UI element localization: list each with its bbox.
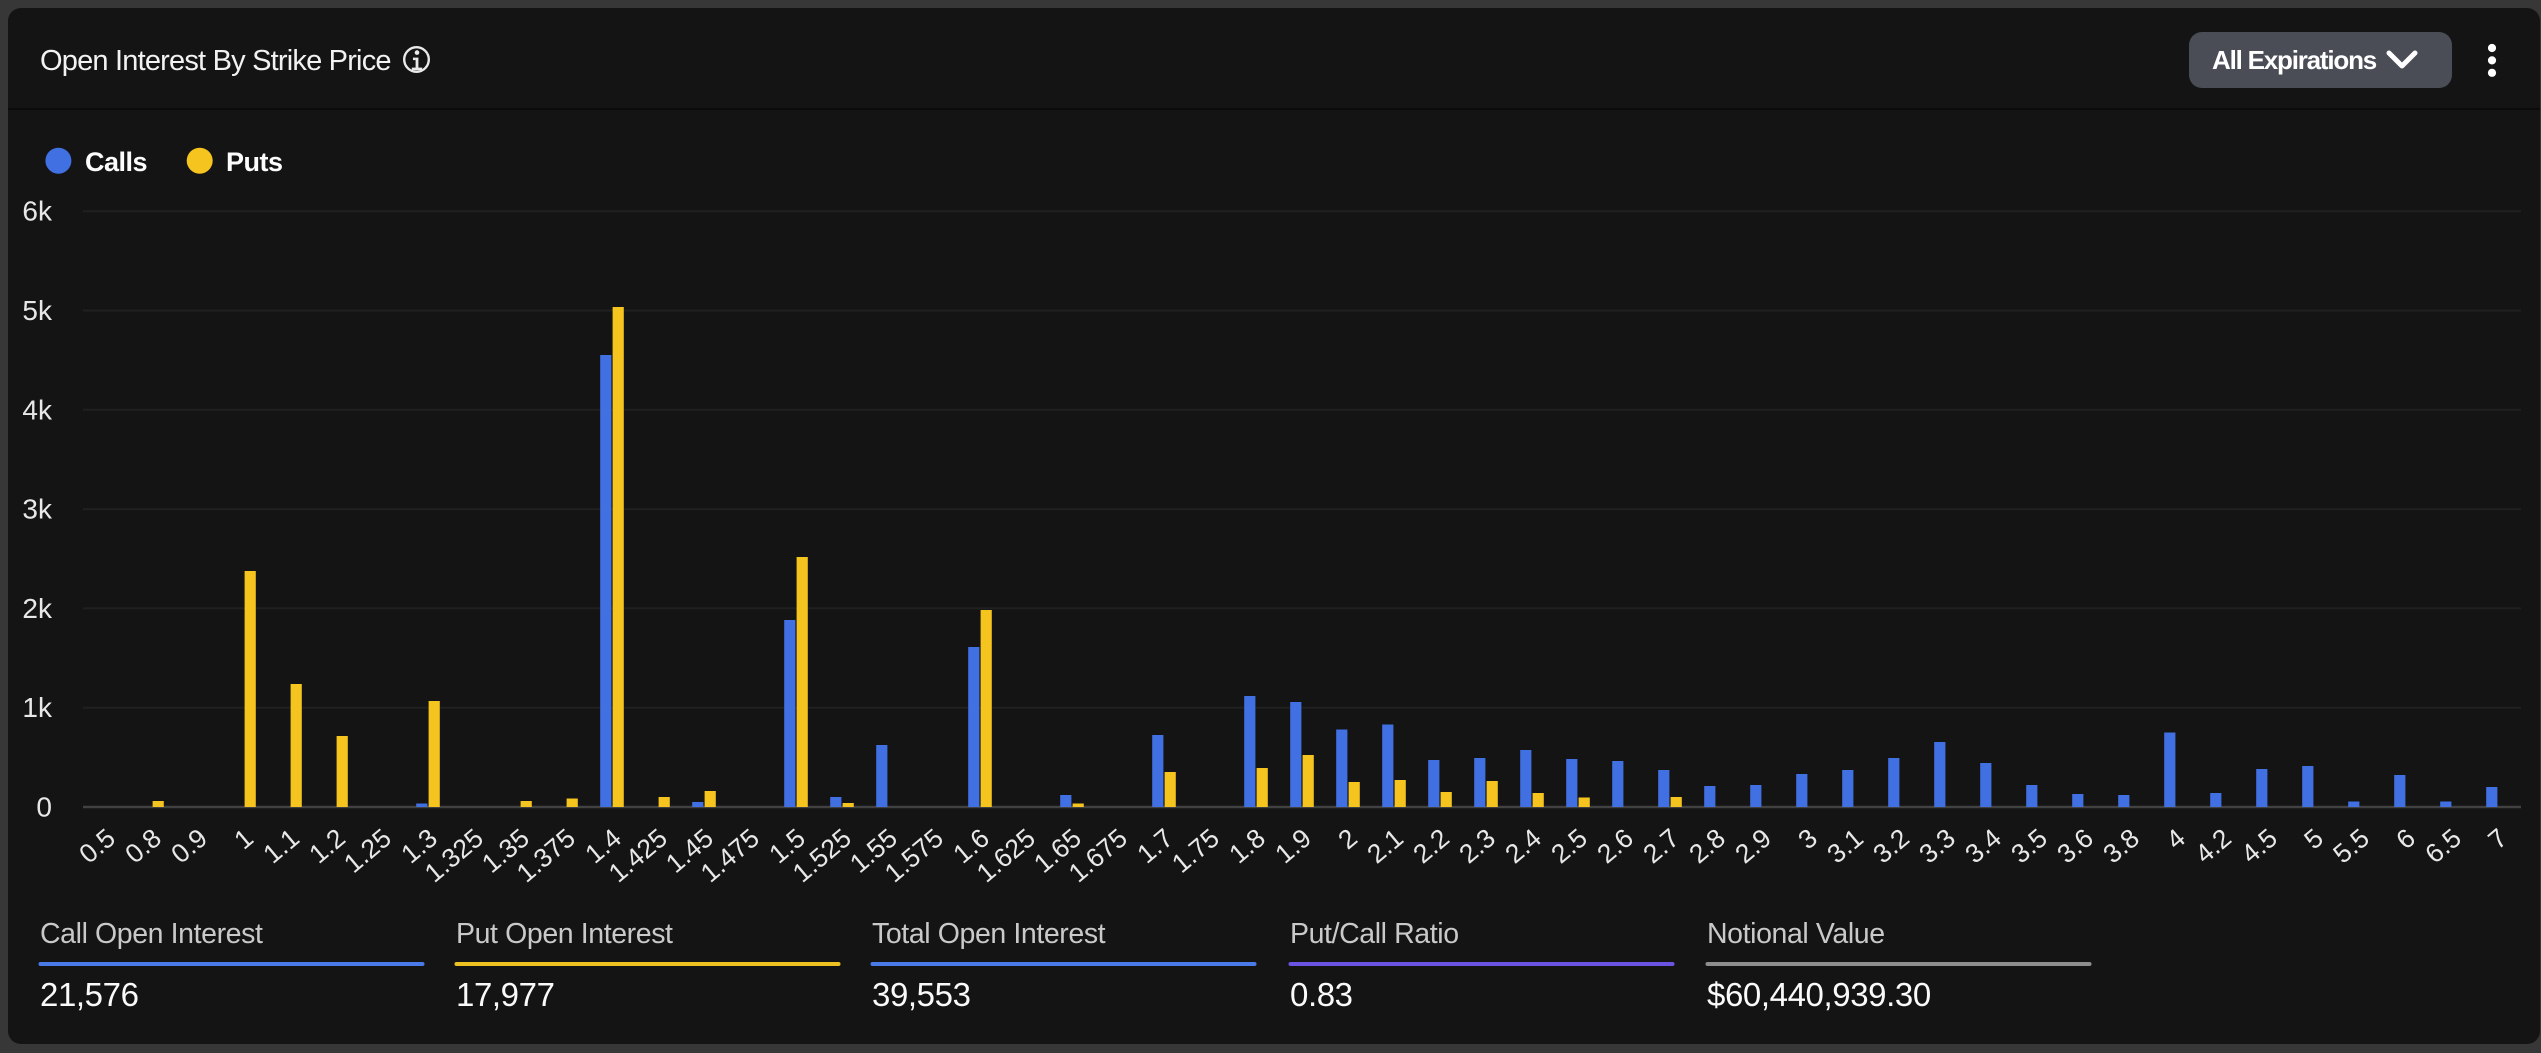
svg-text:All Expirations: All Expirations bbox=[2212, 45, 2377, 75]
svg-text:Notional Value: Notional Value bbox=[1707, 918, 1885, 950]
svg-text:Puts: Puts bbox=[226, 147, 283, 177]
svg-text:3k: 3k bbox=[22, 494, 53, 525]
svg-text:21,576: 21,576 bbox=[40, 976, 139, 1013]
svg-text:6k: 6k bbox=[22, 196, 53, 227]
svg-text:4k: 4k bbox=[22, 394, 53, 425]
svg-text:2k: 2k bbox=[22, 593, 53, 624]
svg-text:Put/Call Ratio: Put/Call Ratio bbox=[1290, 918, 1459, 950]
svg-text:39,553: 39,553 bbox=[872, 976, 971, 1013]
svg-text:0: 0 bbox=[36, 792, 52, 823]
svg-text:17,977: 17,977 bbox=[456, 976, 555, 1013]
svg-text:Call Open Interest: Call Open Interest bbox=[40, 918, 263, 950]
svg-text:0.83: 0.83 bbox=[1290, 976, 1353, 1013]
svg-text:5k: 5k bbox=[22, 295, 53, 326]
svg-text:Put Open Interest: Put Open Interest bbox=[456, 918, 673, 950]
svg-text:1k: 1k bbox=[22, 692, 53, 723]
svg-text:$60,440,939.30: $60,440,939.30 bbox=[1707, 976, 1931, 1013]
svg-text:Total Open Interest: Total Open Interest bbox=[872, 918, 1106, 950]
svg-text:Calls: Calls bbox=[85, 147, 147, 177]
svg-text:Open Interest By Strike Price: Open Interest By Strike Price bbox=[40, 45, 391, 77]
